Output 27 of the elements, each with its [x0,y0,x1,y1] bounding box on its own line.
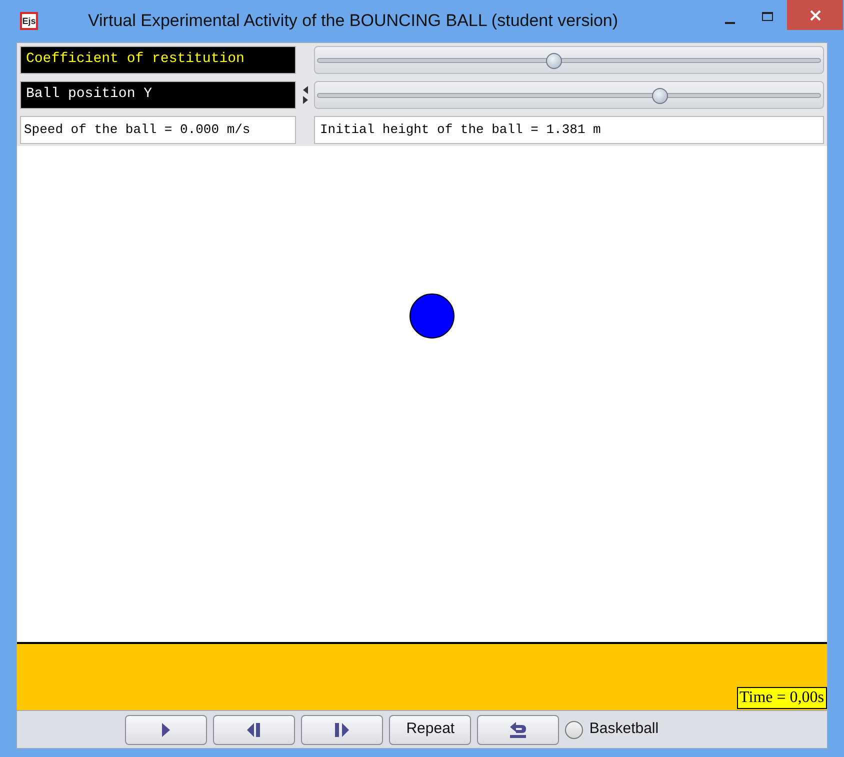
parameter-label: Coefficient of restitution [26,51,244,67]
window-title: Virtual Experimental Activity of the BOUNCING BALL (student version) [88,10,618,32]
time-label: Time = 0,00s [736,687,827,709]
radio-label: Basketball [589,719,659,740]
readout-field: Speed of the ball = 0.000 m/s [20,116,296,144]
slider[interactable] [314,81,824,109]
step-back-icon [246,722,262,736]
close-icon [810,10,820,20]
step-forward-icon [334,722,350,736]
ball-drawing [410,294,454,338]
readout-field: Initial height of the ball = 1.381 m [314,116,824,144]
play-button[interactable] [125,714,208,744]
slider-thumb[interactable] [652,88,668,104]
play-icon [161,722,172,736]
repeat-button[interactable]: Repeat [389,714,472,744]
step-back-button[interactable] [213,714,296,744]
slider[interactable] [314,46,824,74]
slider-thumb[interactable] [546,53,562,69]
reset-button[interactable] [477,714,560,744]
splitter-arrows-icon[interactable] [302,84,308,106]
app-icon: Ejs [20,12,38,30]
radio-button[interactable] [565,720,584,738]
maximize-icon[interactable] [762,12,773,20]
close-button[interactable] [787,0,843,30]
step-forward-button[interactable] [301,714,384,744]
parameter-label: Ball position Y [26,86,152,102]
undo-arrow-icon [508,720,528,738]
